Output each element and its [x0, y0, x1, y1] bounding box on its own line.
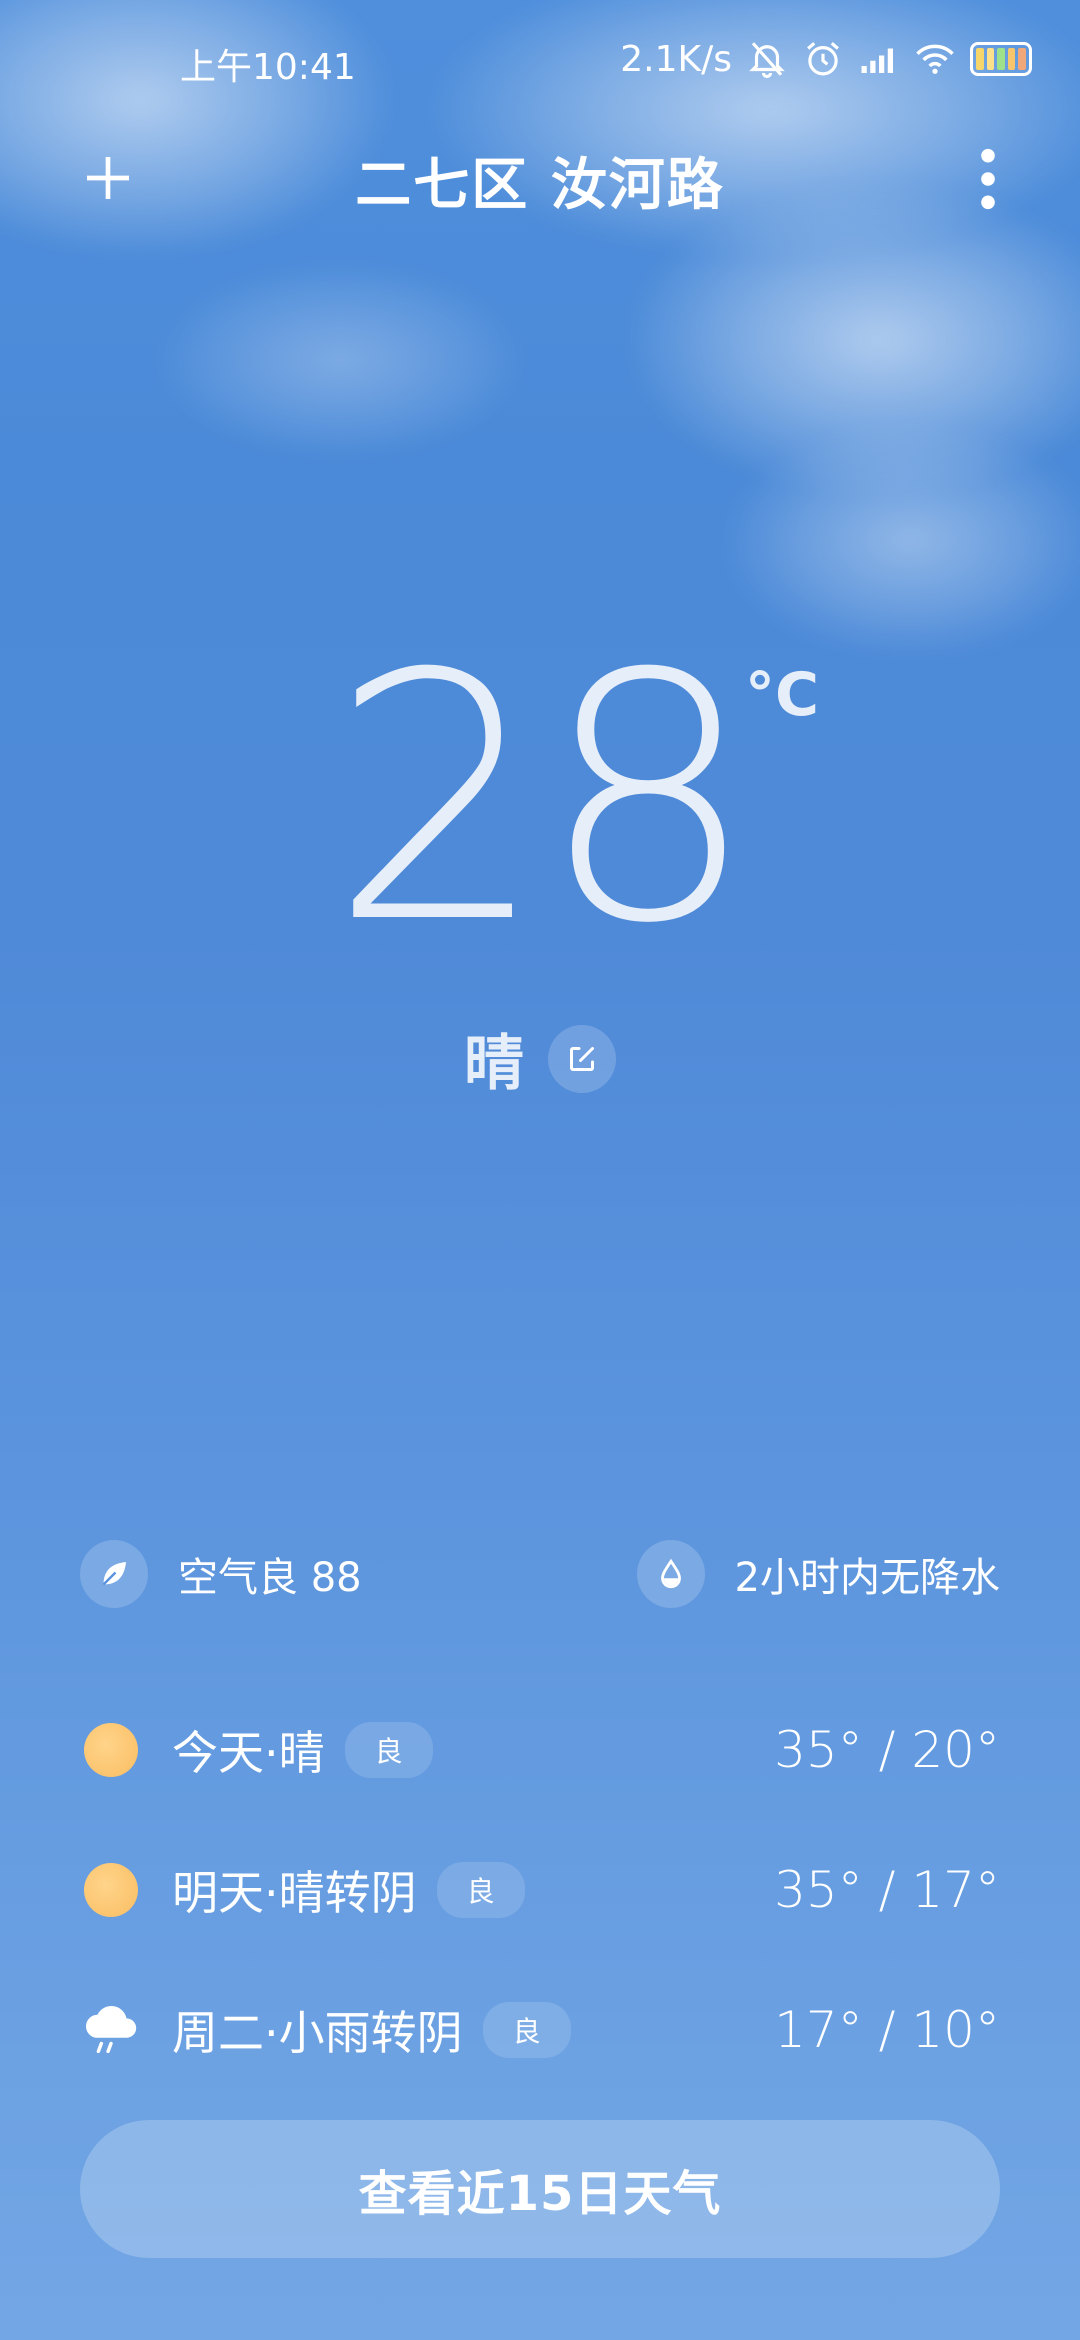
current-temperature-block: 28 [0, 630, 1080, 970]
info-row: 空气良 88 2小时内无降水 [80, 1540, 1000, 1612]
cloud-decoration [720, 420, 1080, 660]
forecast-row-today[interactable]: 今天·晴 良 35° / 20° [80, 1680, 1000, 1820]
network-speed: 2.1K/s [620, 38, 732, 80]
precipitation-text: 2小时内无降水 [734, 1555, 1000, 1601]
condition-row: 晴 [0, 1015, 1080, 1102]
sun-icon [80, 1859, 142, 1921]
current-temperature: 28 [329, 602, 757, 998]
drop-icon [636, 1540, 705, 1608]
air-quality-item[interactable]: 空气良 88 [80, 1540, 362, 1608]
battery-icon [970, 42, 1032, 76]
signal-icon [861, 48, 893, 73]
mute-icon [749, 42, 785, 79]
current-condition: 晴 [464, 1029, 524, 1099]
forecast-temps: 17° / 10° [774, 2001, 1000, 2059]
temperature-unit: °C [745, 660, 820, 730]
battery-cell [976, 48, 984, 70]
wifi-icon [916, 44, 954, 74]
battery-cell [1007, 48, 1016, 70]
sun-icon [80, 1719, 142, 1781]
battery-cell [1018, 48, 1026, 70]
edit-icon [570, 1046, 594, 1071]
battery-cell [986, 48, 995, 70]
forecast-label: 明天·晴转阴 [172, 1866, 417, 1920]
aqi-badge: 良 [436, 1862, 525, 1918]
precipitation-item[interactable]: 2小时内无降水 [636, 1540, 1000, 1608]
cloud-decoration [620, 180, 1080, 500]
location-title[interactable]: 二七区 汝河路 [0, 140, 1080, 221]
forecast-temps: 35° / 20° [774, 1721, 1000, 1779]
leaf-icon [80, 1540, 148, 1608]
forecast-label: 今天·晴 [172, 1726, 325, 1780]
leaf-icon-glyph [102, 1562, 126, 1586]
status-icons: 2.1K/s [620, 38, 1032, 80]
forecast-label: 周二·小雨转阴 [172, 2006, 463, 2060]
forecast-list: 今天·晴 良 35° / 20° 明天·晴转阴 良 35° / 17° 周二·小… [80, 1680, 1000, 2100]
edit-button[interactable] [548, 1024, 616, 1093]
fifteen-day-forecast-button[interactable]: 查看近15日天气 [80, 2120, 1000, 2258]
aqi-badge: 良 [482, 2002, 571, 2058]
battery-cell [997, 48, 1005, 70]
drop-icon-glyph [660, 1558, 681, 1589]
aqi-badge: 良 [344, 1722, 433, 1778]
header: 二七区 汝河路 [0, 140, 1080, 220]
forecast-row-tuesday[interactable]: 周二·小雨转阴 良 17° / 10° [80, 1960, 1000, 2100]
rain-cloud-icon [80, 1999, 142, 2061]
weather-screen: 上午10:41 2.1K/s 二七区 汝河路 28 °C 晴 空气良 88 2小… [0, 0, 1080, 2340]
cloud-decoration [150, 260, 530, 460]
rain-cloud-glyph [85, 2006, 137, 2054]
more-vertical-icon[interactable] [968, 144, 1008, 214]
air-quality-text: 空气良 88 [178, 1555, 362, 1601]
forecast-temps: 35° / 17° [774, 1861, 1000, 1919]
forecast-row-tomorrow[interactable]: 明天·晴转阴 良 35° / 17° [80, 1820, 1000, 1960]
status-time: 上午10:41 [180, 47, 356, 88]
status-bar: 上午10:41 2.1K/s [0, 30, 1080, 90]
alarm-icon [807, 42, 839, 76]
